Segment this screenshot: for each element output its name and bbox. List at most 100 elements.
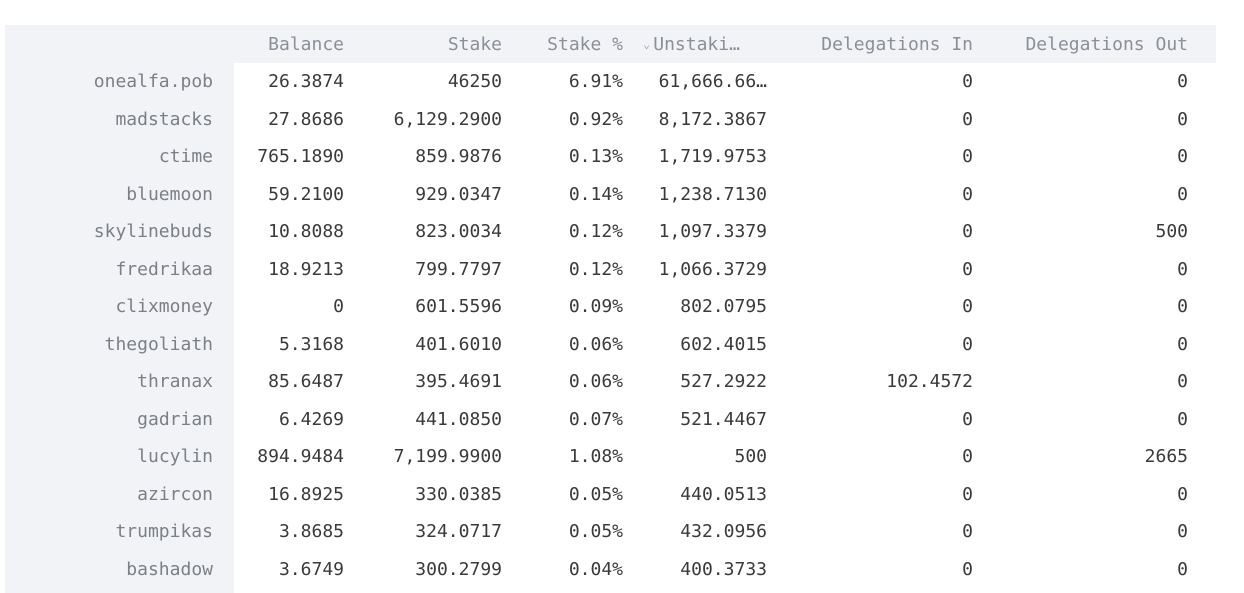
cell-delegations-out: 0 (1177, 408, 1188, 430)
cell-account-name[interactable]: gadrian (5, 401, 225, 439)
table-row: trumpikas 3.8685 324.0717 0.05% 432.0956 0 0 (5, 513, 1198, 551)
cell-stake: 929.0347 (415, 183, 502, 205)
cell-balance: 765.1890 (257, 146, 344, 168)
cell-unstaking-value: 602.4015 (680, 333, 767, 355)
cell-delegations-in: 0 (962, 408, 973, 430)
cell-stake: 441.0850 (415, 408, 502, 430)
cell-stake-percent: 6.91% (568, 71, 623, 93)
cell-delegations-in: 0 (962, 108, 973, 130)
cell-stake: 6,129.2900 (393, 108, 502, 130)
cell-unstaking-value: 440.0513 (680, 483, 767, 505)
cell-balance: 3.6749 (278, 558, 344, 580)
column-header-unstaking-label: Unstaki… (653, 33, 740, 55)
cell-stake: 601.5596 (415, 296, 502, 318)
cell-delegations-in: 0 (962, 558, 973, 580)
cell-unstaking: 1,719.9753 (633, 138, 777, 176)
table-row: bashadow 3.6749 300.2799 0.04% 400.3733 0 0 (5, 551, 1198, 589)
cell-delegations-out: 0 (1177, 183, 1188, 205)
cell-stake-percent: 0.06% (568, 333, 623, 355)
chevron-down-icon: ⌄ (643, 36, 651, 51)
cell-stake-percent: 0.05% (568, 521, 623, 543)
cell-unstaking-value: 432.0956 (680, 521, 767, 543)
cell-delegations-in: 102.4572 (886, 371, 973, 393)
cell-account-name[interactable]: lucylin (5, 438, 225, 476)
cell-account-name[interactable]: fredrikaa (5, 251, 225, 289)
cell-stake: 46250 (447, 71, 502, 93)
cell-unstaking-value: 1,719.9753 (658, 146, 767, 168)
cell-account-name[interactable]: clixmoney (5, 288, 225, 326)
cell-unstaking-value: 1,066.3729 (658, 258, 767, 280)
cell-unstaking: 1,238.7130 (633, 176, 777, 214)
cell-delegations-out: 0 (1177, 333, 1188, 355)
cell-account-name[interactable]: bluemoon (5, 176, 225, 214)
cell-account-name[interactable]: madstacks (5, 101, 225, 139)
cell-delegations-out: 0 (1177, 258, 1188, 280)
cell-account-name[interactable]: ctime (5, 138, 225, 176)
cell-delegations-in: 0 (962, 446, 973, 468)
cell-unstaking: 527.2922 (633, 363, 777, 401)
cell-stake-percent: 0.12% (568, 258, 623, 280)
cell-account-name[interactable]: thranax (5, 363, 225, 401)
cell-unstaking: 1,097.3379 (633, 213, 777, 251)
table-row: fredrikaa 18.9213 799.7797 0.12% 1,066.3729 0… (5, 251, 1198, 289)
table-row: skylinebuds 10.8088 823.0034 0.12% 1,097.337… (5, 213, 1198, 251)
column-header-delegations-out[interactable]: Delegations Out (983, 25, 1198, 63)
cell-unstaking: 802.0795 (633, 288, 777, 326)
cell-balance: 894.9484 (257, 446, 344, 468)
cell-unstaking-value: 1,238.7130 (658, 183, 767, 205)
cell-unstaking: 432.0956 (633, 513, 777, 551)
table-row: madstacks 27.8686 6,129.2900 0.92% 8,172.386… (5, 101, 1198, 139)
cell-delegations-in: 0 (962, 296, 973, 318)
cell-stake-percent: 0.13% (568, 146, 623, 168)
cell-stake: 401.6010 (415, 333, 502, 355)
cell-balance: 18.9213 (268, 258, 344, 280)
cell-delegations-out: 500 (1155, 221, 1188, 243)
cell-unstaking: 400.3733 (633, 551, 777, 589)
column-header-stake[interactable]: Stake (354, 25, 512, 63)
cell-unstaking: 521.4467 (633, 401, 777, 439)
cell-account-name[interactable]: bashadow (5, 551, 225, 589)
header-row: Balance Stake Stake % ⌄ Unstaki… Delegati… (5, 25, 1198, 63)
cell-unstaking: 61,666.66… (633, 63, 777, 101)
cell-delegations-in: 0 (962, 258, 973, 280)
cell-account-name[interactable]: azircon (5, 476, 225, 514)
cell-balance: 85.6487 (268, 371, 344, 393)
cell-delegations-out: 0 (1177, 146, 1188, 168)
cell-delegations-out: 2665 (1144, 446, 1188, 468)
column-header-delegations-in[interactable]: Delegations In (777, 25, 983, 63)
cell-stake-percent: 1.08% (568, 446, 623, 468)
cell-stake-percent: 0.04% (568, 558, 623, 580)
cell-stake: 823.0034 (415, 221, 502, 243)
cell-delegations-out: 0 (1177, 521, 1188, 543)
column-header-name[interactable] (5, 25, 225, 63)
cell-balance: 3.8685 (278, 521, 344, 543)
cell-unstaking-value: 1,097.3379 (658, 221, 767, 243)
column-header-unstaking[interactable]: ⌄ Unstaki… (633, 25, 777, 63)
column-header-stake-percent[interactable]: Stake % (512, 25, 633, 63)
cell-stake-percent: 0.92% (568, 108, 623, 130)
cell-stake: 330.0385 (415, 483, 502, 505)
cell-delegations-out: 0 (1177, 483, 1188, 505)
cell-unstaking: 8,172.3867 (633, 101, 777, 139)
cell-account-name[interactable]: skylinebuds (5, 213, 225, 251)
table-row: bluemoon 59.2100 929.0347 0.14% 1,238.7130 0 0 (5, 176, 1198, 214)
cell-account-name[interactable]: thegoliath (5, 326, 225, 364)
cell-unstaking-value: 802.0795 (680, 296, 767, 318)
table-row: clixmoney 0 601.5596 0.09% 802.0795 0 0 (5, 288, 1198, 326)
cell-balance: 27.8686 (268, 108, 344, 130)
table-header: Balance Stake Stake % ⌄ Unstaki… Delegati… (5, 25, 1198, 63)
table-row: ctime 765.1890 859.9876 0.13% 1,719.9753 0 0 (5, 138, 1198, 176)
cell-unstaking-value: 8,172.3867 (658, 108, 767, 130)
cell-balance: 16.8925 (268, 483, 344, 505)
cell-balance: 59.2100 (268, 183, 344, 205)
table-body: onealfa.pob 26.3874 46250 6.91% 61,666.66… 0 0… (5, 63, 1198, 588)
table-row: azircon 16.8925 330.0385 0.05% 440.0513 0 0 (5, 476, 1198, 514)
cell-unstaking-value: 500 (734, 446, 767, 468)
column-header-balance[interactable]: Balance (225, 25, 354, 63)
table-row: onealfa.pob 26.3874 46250 6.91% 61,666.66… 0 0 (5, 63, 1198, 101)
cell-unstaking-value: 61,666.66… (658, 71, 767, 93)
cell-stake: 324.0717 (415, 521, 502, 543)
cell-account-name[interactable]: onealfa.pob (5, 63, 225, 101)
cell-account-name[interactable]: trumpikas (5, 513, 225, 551)
cell-balance: 6.4269 (278, 408, 344, 430)
